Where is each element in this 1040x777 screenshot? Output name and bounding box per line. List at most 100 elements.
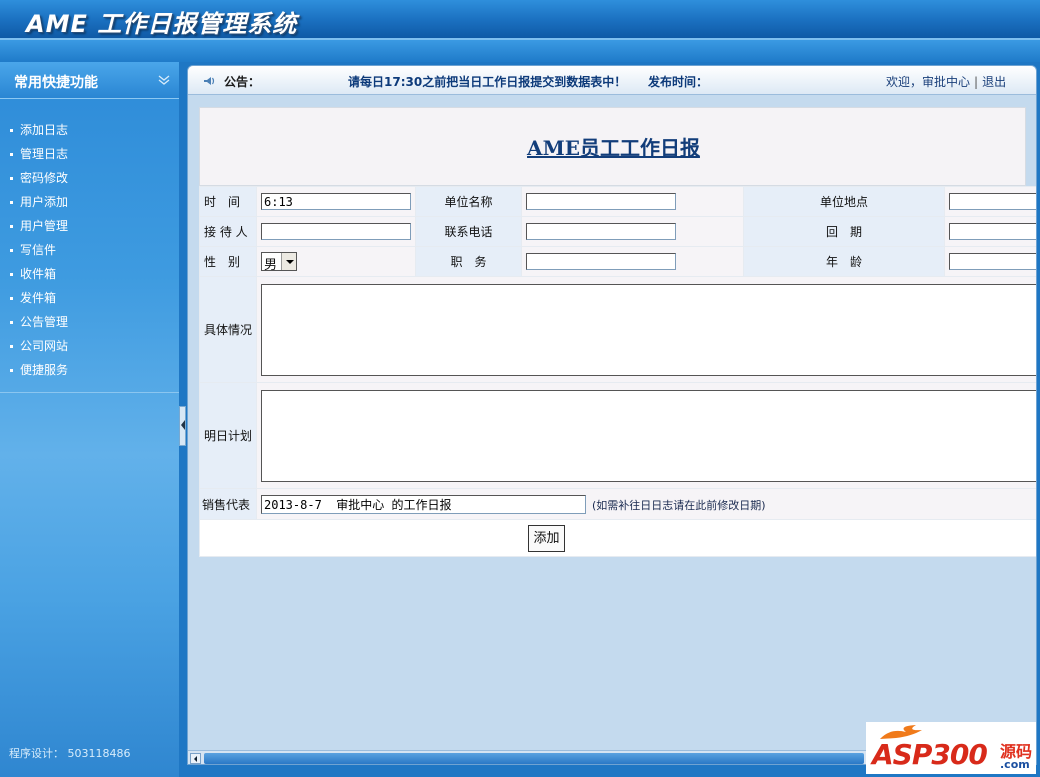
scrollbar-thumb[interactable]: [204, 753, 864, 764]
receiver-cell: [256, 216, 416, 247]
gender-label: 性 别: [199, 246, 257, 277]
age-input[interactable]: [949, 253, 1036, 270]
sidebar-divider: [0, 392, 179, 393]
position-label: 职 务: [415, 246, 522, 277]
revisit-label: 回 期: [743, 216, 945, 247]
notice-label: 公告：: [224, 75, 261, 89]
plan-textarea[interactable]: [261, 389, 1036, 482]
form-row: 时 间 单位名称 单位地点: [199, 186, 1036, 217]
sidebar-item-label: 用户管理: [20, 219, 69, 233]
sales-rep-label: 销售代表: [199, 488, 257, 520]
receiver-input[interactable]: [261, 223, 411, 240]
sidebar-item-label: 用户添加: [20, 195, 69, 209]
speaker-icon: [202, 73, 216, 87]
sidebar-item-outbox[interactable]: 发件箱: [0, 286, 179, 310]
collapse-chevron-icon[interactable]: [158, 74, 170, 86]
age-label: 年 龄: [743, 246, 945, 277]
watermark-domain: .com: [1000, 758, 1030, 771]
bullet-icon: [10, 153, 13, 156]
add-button[interactable]: 添加: [528, 524, 565, 552]
sidebar-item-add-log[interactable]: 添加日志: [0, 118, 179, 142]
form-row: 明日计划: [199, 382, 1036, 489]
sidebar-item-label: 公告管理: [20, 315, 69, 329]
gender-select[interactable]: 男: [261, 252, 297, 273]
position-input[interactable]: [526, 253, 676, 270]
sidebar-toggle-handle[interactable]: [179, 406, 186, 446]
sidebar-item-change-password[interactable]: 密码修改: [0, 166, 179, 190]
bullet-icon: [10, 345, 13, 348]
logout-link[interactable]: 退出: [982, 75, 1006, 89]
time-cell: [256, 186, 416, 217]
bullet-icon: [10, 369, 13, 372]
sales-rep-cell: (如需补往日日志请在此前修改日期): [256, 488, 1036, 520]
sidebar-item-label: 便捷服务: [20, 363, 69, 377]
program-credit: 程序设计： 503118486: [9, 747, 131, 760]
phone-cell: [521, 216, 744, 247]
receiver-label: 接 待 人: [199, 216, 257, 247]
details-label: 具体情况: [199, 276, 257, 383]
bullet-icon: [10, 249, 13, 252]
gender-cell: 男: [256, 246, 416, 277]
plan-cell: [256, 382, 1036, 489]
link-separator: |: [974, 75, 979, 89]
app-title: AME 工作日报管理系统: [26, 10, 298, 38]
chevron-down-icon[interactable]: [281, 253, 296, 270]
scroll-left-icon[interactable]: [190, 753, 201, 764]
time-label: 时 间: [199, 186, 257, 217]
unit-location-input[interactable]: [949, 193, 1036, 210]
report-form: 时 间 单位名称 单位地点 接 待 人 联系电话 回 期 性 别 男 职 务 年…: [199, 186, 1036, 557]
sidebar-item-company-site[interactable]: 公司网站: [0, 334, 179, 358]
sidebar-title: 常用快捷功能: [14, 75, 98, 91]
sidebar-item-label: 添加日志: [20, 123, 69, 137]
sidebar-item-label: 发件箱: [20, 291, 57, 305]
bullet-icon: [10, 321, 13, 324]
unit-name-label: 单位名称: [415, 186, 522, 217]
unit-location-label: 单位地点: [743, 186, 945, 217]
details-textarea[interactable]: [261, 283, 1036, 376]
sidebar-item-label: 写信件: [20, 243, 57, 257]
sidebar-item-label: 管理日志: [20, 147, 69, 161]
header-band: [0, 40, 1040, 62]
watermark-logo: ASP300 源码 .com: [866, 722, 1036, 774]
gender-selected-value: 男: [264, 258, 278, 273]
position-cell: [521, 246, 744, 277]
sidebar-nav: 添加日志 管理日志 密码修改 用户添加 用户管理 写信件 收件箱 发件箱 公告管…: [0, 118, 179, 382]
arrow-left-icon: [181, 420, 185, 430]
watermark-brand: ASP300: [872, 738, 988, 771]
notice-bar: 公告： 请每日17:30之前把当日工作日报提交到数据表中！ 发布时间： 欢迎，审…: [188, 66, 1036, 95]
unit-name-input[interactable]: [526, 193, 676, 210]
user-center-link[interactable]: 审批中心: [922, 75, 970, 89]
sidebar-item-manage-users[interactable]: 用户管理: [0, 214, 179, 238]
age-cell: [944, 246, 1036, 277]
phone-input[interactable]: [526, 223, 676, 240]
sidebar-item-write-letter[interactable]: 写信件: [0, 238, 179, 262]
notice-text: 请每日17:30之前把当日工作日报提交到数据表中！: [348, 75, 627, 89]
sales-rep-input[interactable]: [261, 494, 586, 514]
sidebar-item-label: 公司网站: [20, 339, 69, 353]
sidebar-item-inbox[interactable]: 收件箱: [0, 262, 179, 286]
form-row: 性 别 男 职 务 年 龄: [199, 246, 1036, 277]
plan-label: 明日计划: [199, 382, 257, 489]
sidebar-item-label: 收件箱: [20, 267, 57, 281]
main-panel: 公告： 请每日17:30之前把当日工作日报提交到数据表中！ 发布时间： 欢迎，审…: [187, 65, 1037, 765]
sidebar-item-quick-service[interactable]: 便捷服务: [0, 358, 179, 382]
form-row: 接 待 人 联系电话 回 期: [199, 216, 1036, 247]
bullet-icon: [10, 273, 13, 276]
welcome-text: 欢迎，: [886, 75, 923, 89]
form-row: 添加: [199, 519, 1036, 557]
unit-location-cell: [944, 186, 1036, 217]
user-links: 欢迎，审批中心 | 退出: [886, 73, 1006, 90]
submit-cell: 添加: [199, 519, 1036, 557]
sidebar-item-add-user[interactable]: 用户添加: [0, 190, 179, 214]
sidebar-item-notice-manage[interactable]: 公告管理: [0, 310, 179, 334]
revisit-input[interactable]: [949, 223, 1036, 240]
sidebar-item-manage-log[interactable]: 管理日志: [0, 142, 179, 166]
time-input[interactable]: [261, 193, 411, 210]
bullet-icon: [10, 129, 13, 132]
notice-time-label: 发布时间：: [648, 75, 709, 89]
report-title-box: AME员工工作日报: [199, 107, 1026, 186]
revisit-cell: [944, 216, 1036, 247]
bullet-icon: [10, 297, 13, 300]
app-header: AME 工作日报管理系统: [0, 0, 1040, 40]
bullet-icon: [10, 225, 13, 228]
